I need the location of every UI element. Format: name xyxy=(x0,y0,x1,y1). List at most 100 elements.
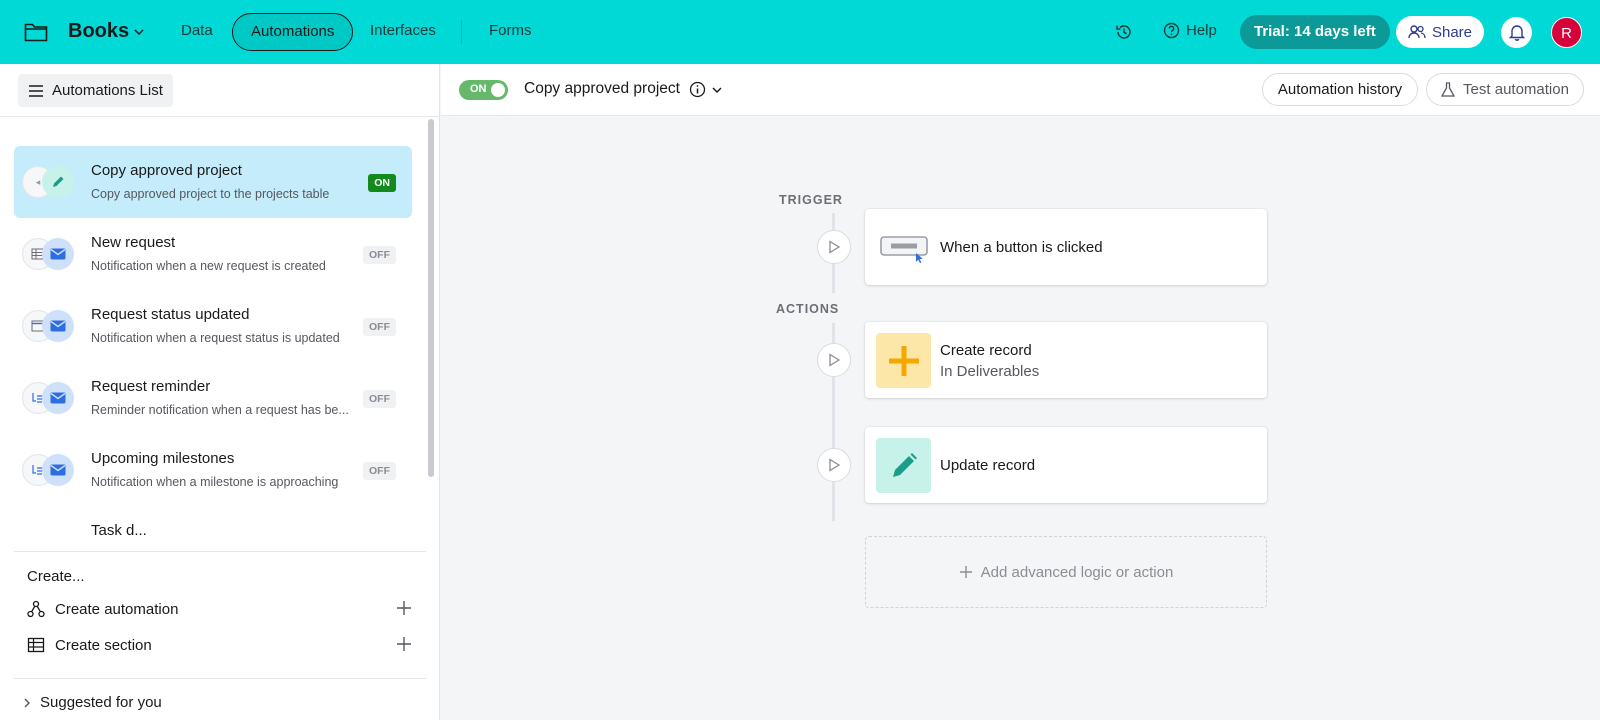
question-icon xyxy=(1163,22,1180,39)
automations-list: ◂ Copy approved project Copy approved pr… xyxy=(14,146,414,538)
plus-icon xyxy=(397,637,411,651)
user-avatar[interactable]: R xyxy=(1551,17,1582,48)
run-trigger-button[interactable] xyxy=(817,230,851,264)
users-icon xyxy=(1408,25,1426,39)
automation-name: Request reminder xyxy=(91,378,211,395)
automation-item-partial[interactable]: Task d... xyxy=(14,506,412,538)
trigger-title: When a button is clicked xyxy=(940,239,1103,256)
nav-divider xyxy=(461,20,462,44)
suggested-label: Suggested for you xyxy=(40,694,162,711)
history-icon[interactable] xyxy=(1115,23,1133,41)
divider xyxy=(14,551,426,552)
status-badge: OFF xyxy=(363,246,396,264)
info-icon xyxy=(689,81,706,98)
automation-toggle[interactable]: ON xyxy=(459,80,508,100)
automation-title[interactable]: Copy approved project xyxy=(524,80,680,98)
chevron-down-icon xyxy=(712,87,722,94)
chevron-right-icon xyxy=(24,698,30,707)
automation-icons: ◂ xyxy=(22,166,82,200)
create-automation-button[interactable]: Create automation xyxy=(27,596,412,622)
automation-header: ON Copy approved project Automation hist… xyxy=(441,64,1600,116)
sidebar-scrollbar[interactable] xyxy=(428,119,434,477)
help-label: Help xyxy=(1186,22,1217,39)
automation-icon xyxy=(27,600,45,618)
toggle-knob xyxy=(491,83,505,97)
bell-icon xyxy=(1508,25,1525,41)
share-button[interactable]: Share xyxy=(1396,16,1484,48)
trigger-card[interactable]: When a button is clicked xyxy=(865,209,1267,285)
test-automation-button[interactable]: Test automation xyxy=(1426,73,1584,106)
add-logic-or-action-button[interactable]: Add advanced logic or action xyxy=(865,536,1267,608)
info-dropdown[interactable] xyxy=(689,81,723,99)
automation-name: Request status updated xyxy=(91,306,250,323)
automation-history-button[interactable]: Automation history xyxy=(1262,73,1418,106)
automation-description: Copy approved project to the projects ta… xyxy=(91,187,330,201)
notifications-button[interactable] xyxy=(1501,17,1532,48)
action-title: Update record xyxy=(940,457,1036,474)
divider xyxy=(14,678,426,679)
play-icon xyxy=(829,353,840,367)
email-icon xyxy=(42,382,74,414)
run-action-button[interactable] xyxy=(817,448,851,482)
tab-automations[interactable]: Automations xyxy=(232,13,354,51)
automation-item-upcoming-milestones[interactable]: Upcoming milestones Notification when a … xyxy=(14,434,412,506)
play-icon xyxy=(829,458,840,472)
email-icon xyxy=(42,454,74,486)
flask-icon xyxy=(1441,81,1456,97)
chevron-down-icon[interactable] xyxy=(133,26,145,38)
automation-description: Reminder notification when a request has… xyxy=(91,403,349,417)
status-badge: OFF xyxy=(363,462,396,480)
play-icon xyxy=(829,240,840,254)
divider xyxy=(0,116,440,117)
share-label: Share xyxy=(1431,23,1473,41)
automation-item-request-status-updated[interactable]: Request status updated Notification when… xyxy=(14,290,412,362)
action-subtitle: In Deliverables xyxy=(940,363,1040,380)
top-bar: Books Data Automations Interfaces Forms … xyxy=(0,0,1600,64)
automation-description: Notification when a new request is creat… xyxy=(91,259,326,273)
pencil-icon xyxy=(42,166,74,198)
automation-description: Notification when a milestone is approac… xyxy=(91,475,339,489)
create-automation-label: Create automation xyxy=(55,600,179,618)
plus-icon xyxy=(876,333,931,388)
pencil-icon xyxy=(876,438,931,493)
email-icon xyxy=(42,238,74,270)
status-badge: ON xyxy=(368,174,396,192)
run-action-button[interactable] xyxy=(817,343,851,377)
automation-icons xyxy=(22,310,82,344)
automation-icons xyxy=(22,238,82,272)
plus-icon xyxy=(959,566,972,578)
status-badge: OFF xyxy=(363,318,396,336)
status-badge: OFF xyxy=(363,390,396,408)
automations-sidebar: Automations List ◂ Copy approved project… xyxy=(0,64,440,720)
plus-icon xyxy=(397,601,411,615)
button-click-icon xyxy=(876,220,931,275)
base-name[interactable]: Books xyxy=(68,20,129,43)
automation-name: Copy approved project xyxy=(91,162,242,179)
automation-icons xyxy=(22,382,82,416)
action-card-create-record[interactable]: Create record In Deliverables xyxy=(865,322,1267,398)
action-card-update-record[interactable]: Update record xyxy=(865,427,1267,503)
automation-item-request-reminder[interactable]: Request reminder Reminder notification w… xyxy=(14,362,412,434)
help-button[interactable]: Help xyxy=(1163,22,1217,39)
tab-data[interactable]: Data xyxy=(163,13,231,51)
automation-icons xyxy=(22,454,82,488)
automation-name: Task d... xyxy=(91,522,147,538)
create-section-button[interactable]: Create section xyxy=(27,632,412,658)
automation-name: Upcoming milestones xyxy=(91,450,235,467)
automation-item-copy-approved-project[interactable]: ◂ Copy approved project Copy approved pr… xyxy=(14,146,412,218)
toggle-label: ON xyxy=(470,83,487,95)
folder-icon[interactable] xyxy=(24,22,48,42)
automations-list-button[interactable]: Automations List xyxy=(18,74,173,107)
tab-interfaces[interactable]: Interfaces xyxy=(352,13,454,51)
menu-icon xyxy=(29,84,43,97)
tab-forms[interactable]: Forms xyxy=(471,13,550,51)
create-section-label: Create section xyxy=(55,636,152,654)
email-icon xyxy=(42,310,74,342)
automations-list-label: Automations List xyxy=(52,82,163,99)
suggested-for-you-toggle[interactable]: Suggested for you xyxy=(22,694,162,711)
automation-item-new-request[interactable]: New request Notification when a new requ… xyxy=(14,218,412,290)
action-title: Create record xyxy=(940,342,1032,359)
create-label: Create... xyxy=(27,568,85,585)
trigger-section-label: TRIGGER xyxy=(779,193,843,207)
trial-button[interactable]: Trial: 14 days left xyxy=(1240,15,1390,49)
